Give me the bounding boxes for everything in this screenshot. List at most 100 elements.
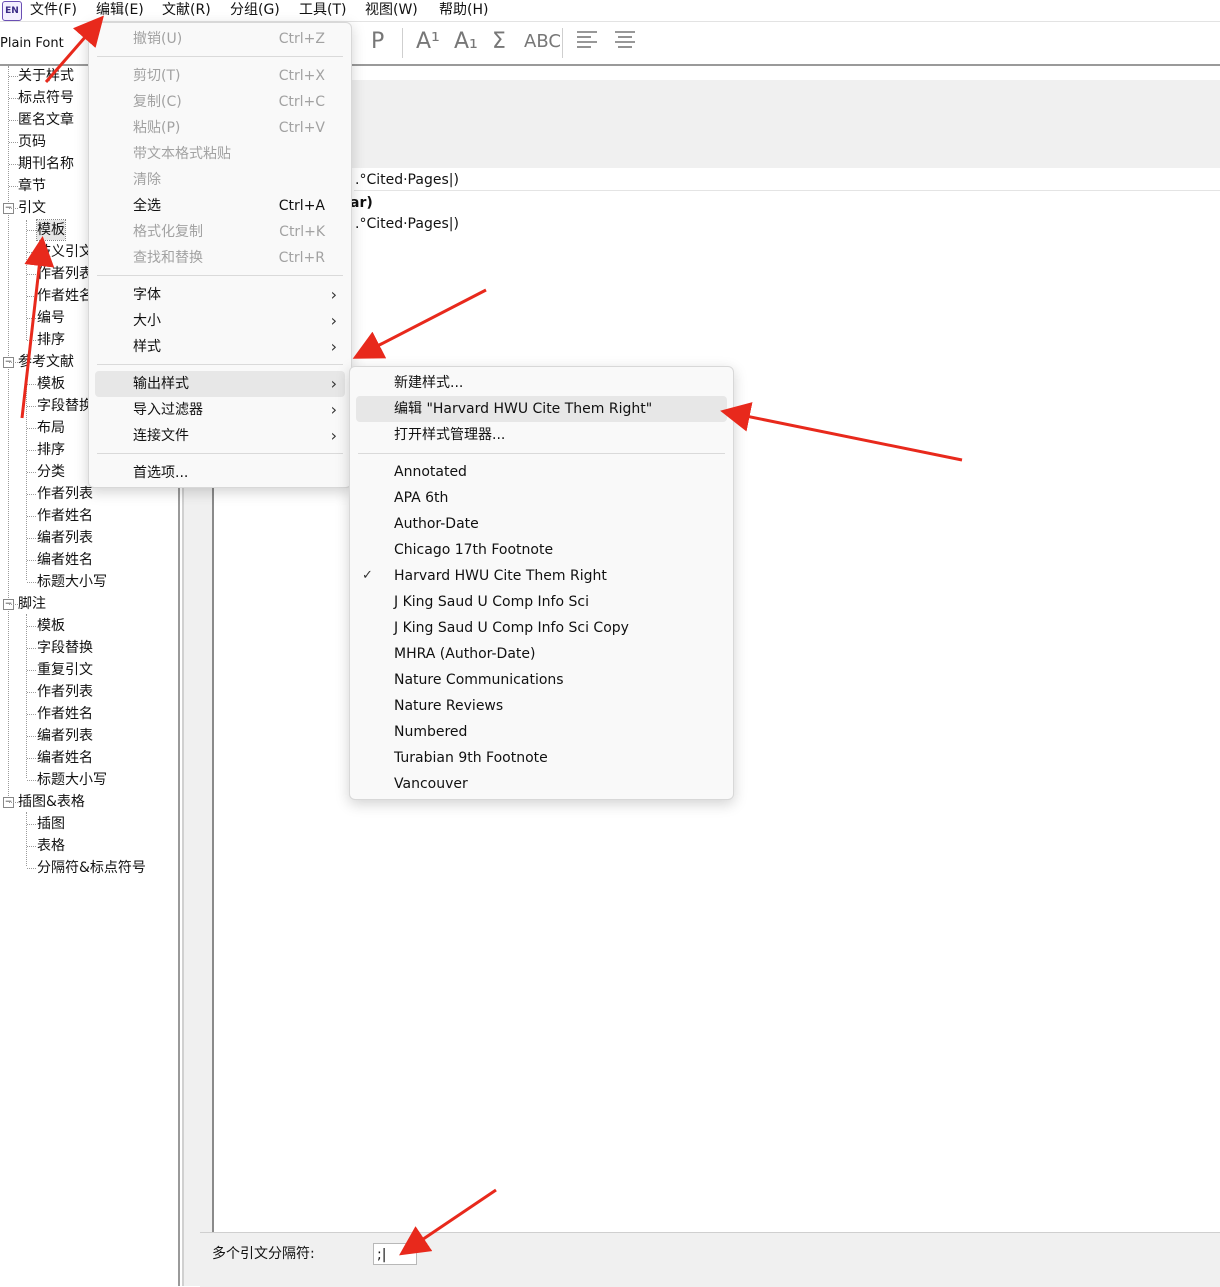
menu-item-copy[interactable]: 复制(C) Ctrl+C	[89, 89, 351, 115]
menu-view[interactable]: 视图(W)	[365, 1, 418, 19]
menu-item-edit-style[interactable]: 编辑 "Harvard HWU Cite Them Right"	[356, 396, 727, 422]
tree-item[interactable]: 字段替换	[37, 638, 93, 658]
tree-item[interactable]: 关于样式	[18, 66, 74, 86]
tree-item[interactable]: 分类	[37, 462, 65, 482]
menu-item-new-style[interactable]: 新建样式...	[350, 370, 733, 396]
output-style-label: J King Saud U Comp Info Sci	[394, 594, 589, 610]
tree-item[interactable]: 插图	[37, 814, 65, 834]
menu-item-paste-rich[interactable]: 带文本格式粘贴	[89, 141, 351, 167]
tree-item[interactable]: 作者列表	[37, 484, 93, 504]
tree-item[interactable]: 期刊名称	[18, 154, 74, 174]
tree-item[interactable]: 歧义引文	[37, 242, 93, 262]
menu-item-output-style[interactable]: ✓ Harvard HWU Cite Them Right	[350, 563, 733, 589]
align-center-icon[interactable]	[614, 28, 636, 58]
tree-item[interactable]: 插图&表格	[18, 792, 85, 812]
menu-groups[interactable]: 分组(G)	[230, 1, 280, 19]
tree-item[interactable]: 页码	[18, 132, 46, 152]
output-style-label: J King Saud U Comp Info Sci Copy	[394, 620, 629, 636]
tree-item[interactable]: 排序	[37, 440, 65, 460]
tree-item[interactable]: 标点符号	[18, 88, 74, 108]
menu-item-preferences[interactable]: 首选项...	[89, 460, 351, 486]
menu-item-output-style[interactable]: Annotated	[350, 459, 733, 485]
chevron-right-icon: ›	[330, 374, 337, 393]
template-line-1[interactable]: .°Cited·Pages|)	[355, 170, 459, 190]
template-line-2[interactable]: ar)	[350, 193, 373, 213]
tree-item[interactable]: 排序	[37, 330, 65, 350]
menu-item-undo[interactable]: 撤销(U) Ctrl+Z	[89, 26, 351, 52]
citation-separator-label: 多个引文分隔符:	[212, 1246, 315, 1262]
output-style-label: Nature Reviews	[394, 698, 504, 714]
menu-item-open-style-manager[interactable]: 打开样式管理器...	[350, 422, 733, 448]
menu-item-output-style[interactable]: Author-Date	[350, 511, 733, 537]
output-style-label: Harvard HWU Cite Them Right	[394, 568, 607, 584]
font-selector[interactable]: Plain Font	[0, 34, 86, 54]
menu-file[interactable]: 文件(F)	[30, 1, 77, 19]
superscript-icon[interactable]: A¹	[416, 28, 440, 56]
output-style-label: Annotated	[394, 464, 467, 480]
tree-item[interactable]: 章节	[18, 176, 46, 196]
tree-item[interactable]: 作者姓名	[37, 704, 93, 724]
menu-item-output-style[interactable]: Nature Reviews	[350, 693, 733, 719]
menu-item-font[interactable]: 字体 ›	[89, 282, 351, 308]
menu-help[interactable]: 帮助(H)	[439, 1, 488, 19]
tree-item[interactable]: 编号	[37, 308, 65, 328]
subscript-icon[interactable]: A₁	[454, 28, 478, 56]
separator-bar	[200, 1232, 1220, 1287]
menu-item-paste[interactable]: 粘贴(P) Ctrl+V	[89, 115, 351, 141]
app-icon: EN	[2, 1, 22, 21]
tree-item[interactable]: 重复引文	[37, 660, 93, 680]
menu-item-output-styles[interactable]: 输出样式 ›	[95, 371, 345, 397]
tree-item[interactable]: 编者姓名	[37, 748, 93, 768]
tree-item[interactable]: 字段替换	[37, 396, 93, 416]
menu-item-copy-formatted[interactable]: 格式化复制 Ctrl+K	[89, 219, 351, 245]
tree-item[interactable]: 编者列表	[37, 726, 93, 746]
tree-item[interactable]: 作者列表	[37, 682, 93, 702]
align-left-icon[interactable]	[576, 28, 598, 58]
tree-item[interactable]: 参考文献	[18, 352, 74, 372]
menu-item-output-style[interactable]: APA 6th	[350, 485, 733, 511]
output-style-label: Numbered	[394, 724, 468, 740]
tree-item[interactable]: 脚注	[18, 594, 46, 614]
menu-item-select-all[interactable]: 全选 Ctrl+A	[89, 193, 351, 219]
tree-item[interactable]: 作者姓名	[37, 506, 93, 526]
tree-item[interactable]: 分隔符&标点符号	[37, 858, 146, 878]
tree-item[interactable]: 模板	[36, 219, 66, 241]
tree-item[interactable]: 编者列表	[37, 528, 93, 548]
menu-references[interactable]: 文献(R)	[162, 1, 211, 19]
tree-item[interactable]: 标题大小写	[37, 770, 107, 790]
menu-item-connection-files[interactable]: 连接文件 ›	[89, 423, 351, 449]
menu-item-import-filters[interactable]: 导入过滤器 ›	[89, 397, 351, 423]
menu-item-output-style[interactable]: J King Saud U Comp Info Sci Copy	[350, 615, 733, 641]
tree-item[interactable]: 模板	[37, 374, 65, 394]
citation-separator-input[interactable]: ;|	[373, 1243, 417, 1265]
menu-item-size[interactable]: 大小 ›	[89, 308, 351, 334]
tree-item[interactable]: 作者姓名	[37, 286, 93, 306]
menu-item-find-replace[interactable]: 查找和替换 Ctrl+R	[89, 245, 351, 271]
chevron-right-icon: ›	[330, 337, 337, 356]
menu-item-output-style[interactable]: J King Saud U Comp Info Sci	[350, 589, 733, 615]
menu-tools[interactable]: 工具(T)	[299, 1, 346, 19]
menu-item-output-style[interactable]: Vancouver	[350, 771, 733, 797]
tree-item[interactable]: 匿名文章	[18, 110, 74, 130]
chevron-right-icon: ›	[330, 400, 337, 419]
tree-item[interactable]: 表格	[37, 836, 65, 856]
tree-item[interactable]: 标题大小写	[37, 572, 107, 592]
symbol-icon[interactable]: Σ	[492, 28, 506, 56]
tree-item[interactable]: 编者姓名	[37, 550, 93, 570]
menu-edit[interactable]: 编辑(E)	[96, 1, 144, 19]
menu-item-clear[interactable]: 清除	[89, 167, 351, 193]
menu-item-output-style[interactable]: Numbered	[350, 719, 733, 745]
menu-item-output-style[interactable]: Chicago 17th Footnote	[350, 537, 733, 563]
small-caps-icon[interactable]: ABC	[524, 28, 561, 56]
menu-item-output-style[interactable]: MHRA (Author-Date)	[350, 641, 733, 667]
template-line-3[interactable]: .°Cited·Pages|)	[355, 214, 459, 234]
menu-item-output-style[interactable]: Nature Communications	[350, 667, 733, 693]
tree-item[interactable]: 模板	[37, 616, 65, 636]
plain-text-icon[interactable]: P	[371, 28, 384, 56]
menu-item-cut[interactable]: 剪切(T) Ctrl+X	[89, 63, 351, 89]
tree-item[interactable]: 引文	[18, 198, 46, 218]
tree-item[interactable]: 作者列表	[37, 264, 93, 284]
menu-item-output-style[interactable]: Turabian 9th Footnote	[350, 745, 733, 771]
tree-item[interactable]: 布局	[37, 418, 65, 438]
menu-item-style[interactable]: 样式 ›	[89, 334, 351, 360]
